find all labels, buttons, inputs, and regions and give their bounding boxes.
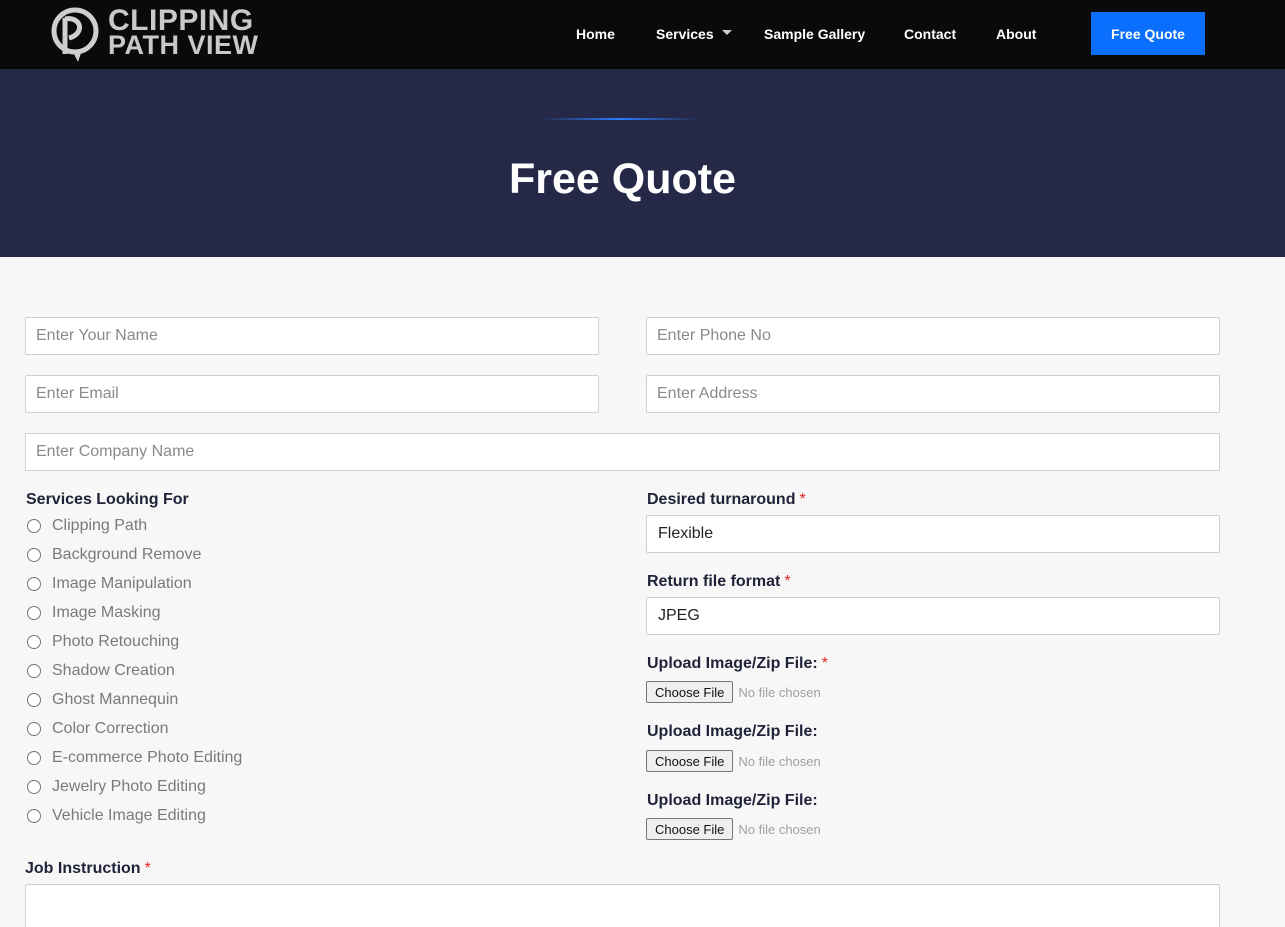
- address-input[interactable]: [646, 375, 1220, 413]
- service-option[interactable]: Photo Retouching: [27, 631, 179, 653]
- upload-label: Upload Image/Zip File:: [647, 723, 818, 741]
- service-option-label: Clipping Path: [52, 517, 148, 534]
- radio-circle[interactable]: [27, 635, 41, 649]
- email-input[interactable]: [25, 375, 599, 413]
- brand-logo[interactable]: CLIPPING PATH VIEW: [48, 6, 273, 64]
- service-option-label: Jewelry Photo Editing: [52, 778, 206, 795]
- service-option[interactable]: Image Manipulation: [27, 573, 192, 595]
- service-option-label: Image Masking: [52, 604, 161, 621]
- service-option-label: Vehicle Image Editing: [52, 807, 206, 824]
- radio-circle[interactable]: [27, 722, 41, 736]
- service-option[interactable]: Shadow Creation: [27, 660, 175, 682]
- service-option-label: Background Remove: [52, 546, 202, 563]
- job-instruction-label-text: Job Instruction: [25, 860, 141, 877]
- turnaround-select[interactable]: Flexible: [646, 515, 1220, 553]
- choose-file-button[interactable]: Choose File: [646, 681, 734, 703]
- service-option-label: Ghost Mannequin: [52, 691, 179, 708]
- page-title: Free Quote: [509, 155, 736, 203]
- company-input[interactable]: [25, 433, 1220, 471]
- radio-circle[interactable]: [27, 606, 41, 620]
- radio-circle[interactable]: [27, 693, 41, 707]
- radio-circle[interactable]: [27, 519, 41, 533]
- radio-circle[interactable]: [27, 780, 41, 794]
- file-status: No file chosen: [738, 821, 821, 837]
- service-option[interactable]: Ghost Mannequin: [27, 689, 178, 711]
- required-mark: *: [784, 573, 791, 590]
- upload-label: Upload Image/Zip File: *: [647, 655, 828, 673]
- nav-contact[interactable]: Contact: [904, 26, 956, 42]
- file-upload: Choose File No file chosen: [646, 750, 821, 772]
- top-navbar: CLIPPING PATH VIEW Home Services Sample …: [0, 0, 1285, 69]
- service-option-label: Photo Retouching: [52, 633, 180, 650]
- page-hero: Free Quote: [0, 69, 1285, 257]
- file-format-label: Return file format *: [647, 573, 791, 591]
- job-instruction-textarea[interactable]: [25, 884, 1220, 927]
- service-option[interactable]: Color Correction: [27, 718, 168, 740]
- service-option[interactable]: Clipping Path: [27, 515, 147, 537]
- phone-input[interactable]: [646, 317, 1220, 355]
- service-option-label: Shadow Creation: [52, 662, 175, 679]
- file-upload: Choose File No file chosen: [646, 681, 821, 703]
- choose-file-button[interactable]: Choose File: [646, 750, 734, 772]
- services-label: Services Looking For: [26, 491, 189, 508]
- file-format-value: JPEG: [658, 607, 700, 624]
- free-quote-button[interactable]: Free Quote: [1091, 12, 1205, 55]
- brand-line-2: PATH VIEW: [108, 30, 259, 60]
- nav-services[interactable]: Services: [656, 26, 714, 42]
- nav-about[interactable]: About: [996, 26, 1036, 42]
- job-instruction-label: Job Instruction *: [25, 860, 151, 878]
- brand-wordmark: CLIPPING PATH VIEW: [108, 6, 259, 60]
- file-status: No file chosen: [738, 684, 821, 700]
- file-format-select[interactable]: JPEG: [646, 597, 1220, 635]
- name-input[interactable]: [25, 317, 599, 355]
- service-option[interactable]: E-commerce Photo Editing: [27, 747, 242, 769]
- hero-divider: [540, 118, 700, 120]
- service-option[interactable]: Vehicle Image Editing: [27, 805, 206, 827]
- pen-tool-logo-icon: [51, 7, 99, 62]
- choose-file-button[interactable]: Choose File: [646, 818, 734, 840]
- turnaround-value: Flexible: [658, 525, 714, 542]
- turnaround-label-text: Desired turnaround: [647, 491, 796, 508]
- radio-circle[interactable]: [27, 577, 41, 591]
- service-option[interactable]: Image Masking: [27, 602, 161, 624]
- upload-label: Upload Image/Zip File:: [647, 792, 818, 810]
- service-option[interactable]: Jewelry Photo Editing: [27, 776, 206, 798]
- required-mark: *: [821, 655, 828, 672]
- required-mark: *: [799, 491, 806, 508]
- radio-circle[interactable]: [27, 751, 41, 765]
- service-option-label: Image Manipulation: [52, 575, 192, 592]
- nav-home[interactable]: Home: [576, 26, 615, 42]
- file-format-label-text: Return file format: [647, 573, 781, 590]
- upload-label-text: Upload Image/Zip File:: [647, 792, 818, 809]
- service-option-label: E-commerce Photo Editing: [52, 749, 243, 766]
- turnaround-label: Desired turnaround *: [647, 491, 806, 509]
- file-status: No file chosen: [738, 753, 821, 769]
- nav-sample-gallery[interactable]: Sample Gallery: [764, 26, 865, 42]
- service-option-label: Color Correction: [52, 720, 169, 737]
- file-upload: Choose File No file chosen: [646, 818, 821, 840]
- radio-circle[interactable]: [27, 664, 41, 678]
- chevron-down-icon[interactable]: [722, 30, 732, 35]
- upload-label-text: Upload Image/Zip File:: [647, 723, 818, 740]
- required-mark: *: [144, 860, 151, 877]
- service-option[interactable]: Background Remove: [27, 544, 201, 566]
- radio-circle[interactable]: [27, 548, 41, 562]
- upload-label-text: Upload Image/Zip File:: [647, 655, 818, 672]
- radio-circle[interactable]: [27, 809, 41, 823]
